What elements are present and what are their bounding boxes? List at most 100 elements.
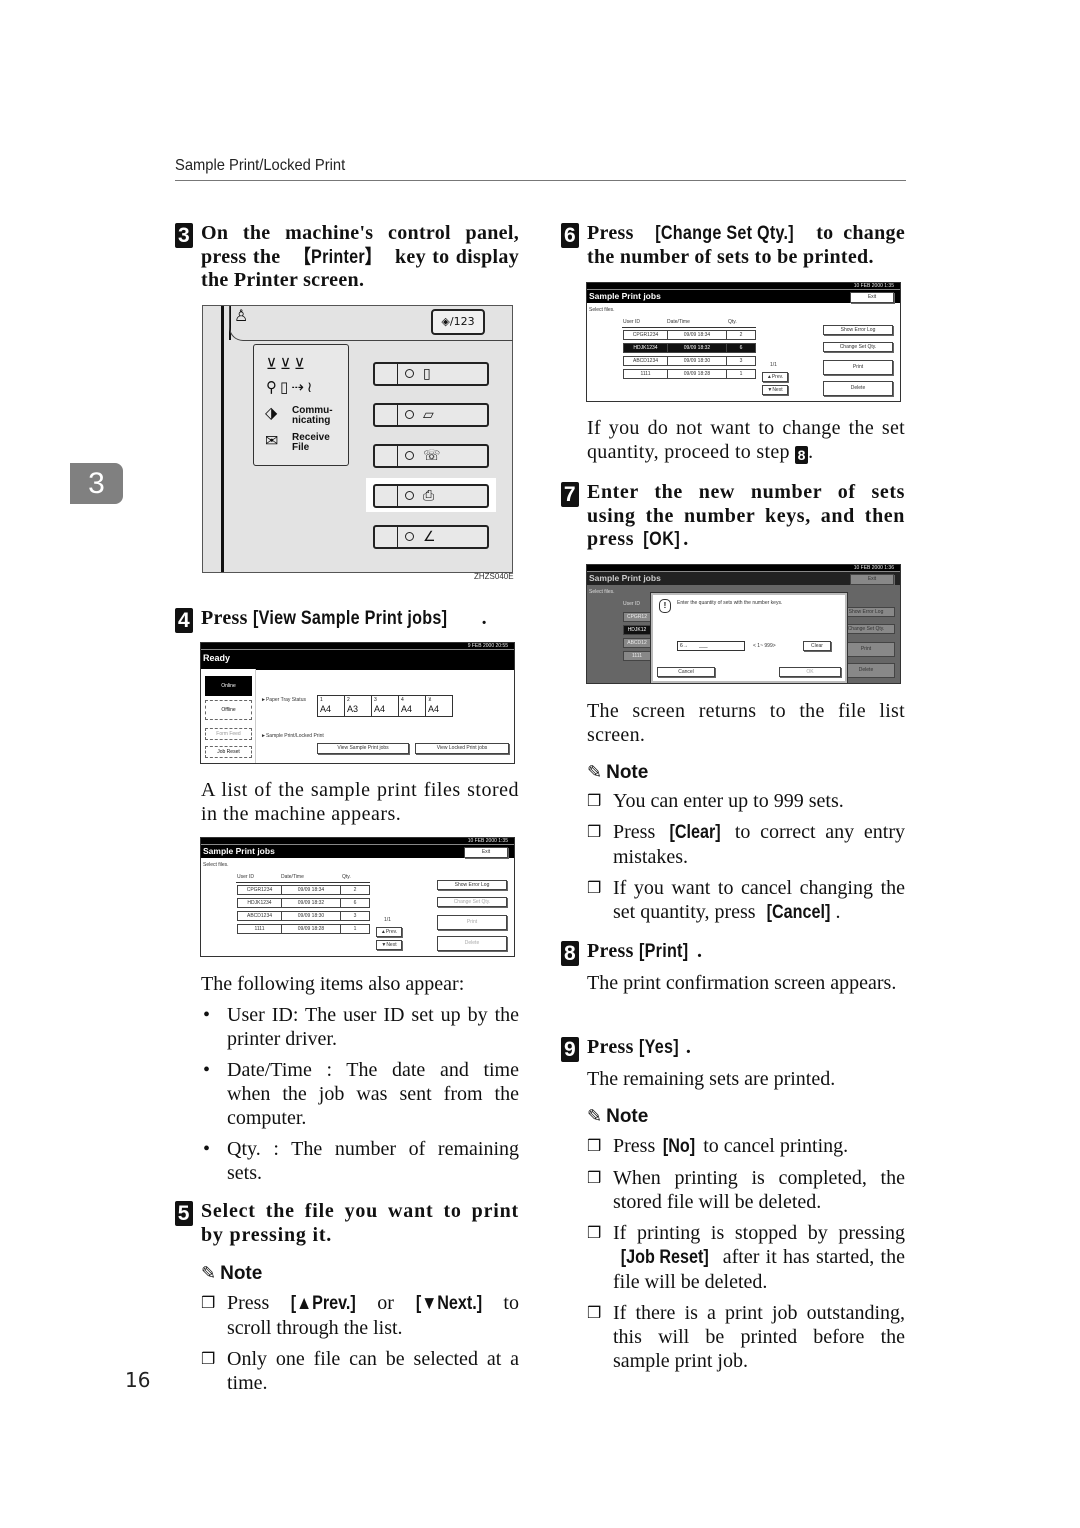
bullet-date-time: Date/Time : The date and time when the j… bbox=[201, 1058, 519, 1130]
quantity-input[interactable]: 6→ ___ bbox=[677, 641, 745, 651]
bypass-tray: ⊻ A4 bbox=[425, 695, 453, 717]
job-user-id[interactable]: ABCD1234 bbox=[237, 911, 282, 921]
scanner-icon: ∠ bbox=[423, 529, 436, 545]
clear-button[interactable]: Clear bbox=[803, 641, 831, 651]
receive-file-label: Receive File bbox=[292, 432, 330, 453]
job-user-id[interactable]: ABCD1234 bbox=[623, 356, 668, 366]
offline-button[interactable]: Offline bbox=[205, 700, 252, 720]
view-sample-print-jobs-button[interactable]: View Sample Print jobs bbox=[317, 743, 409, 754]
job-date-time[interactable]: 09/09 18:30 bbox=[667, 356, 727, 366]
col-qty: Qty. bbox=[342, 874, 351, 880]
next-button[interactable]: ▼Next bbox=[762, 385, 788, 395]
figure-code: ZHZS040E bbox=[474, 572, 514, 581]
tray-1: 1 A4 bbox=[317, 695, 345, 717]
job-user-cell[interactable]: 1111 bbox=[623, 651, 651, 661]
copy-key[interactable]: ▯ bbox=[373, 362, 489, 386]
print-button[interactable]: Print bbox=[437, 915, 507, 930]
change-set-qty-button[interactable]: Change Set Qty. bbox=[437, 897, 507, 907]
online-button[interactable]: Online bbox=[205, 676, 252, 696]
select-files-label: Select files. bbox=[589, 589, 615, 595]
job-date-time[interactable]: 09/09 18:28 bbox=[667, 369, 727, 379]
form-feed-button[interactable]: Form Feed bbox=[205, 728, 252, 740]
printer-icon: ⎙ bbox=[423, 488, 435, 504]
job-date-time[interactable]: 09/09 18:28 bbox=[281, 924, 341, 934]
job-qty[interactable]: 3 bbox=[340, 911, 370, 921]
pencil-icon: ✎ bbox=[587, 762, 603, 783]
bullet-qty: Qty. : The number of remaining sets. bbox=[201, 1137, 519, 1185]
ok-button[interactable]: OK bbox=[779, 667, 841, 677]
bypass-tray-icon: ⊻ bbox=[428, 697, 432, 703]
job-qty[interactable]: 6 bbox=[726, 343, 756, 353]
note-item: You can enter up to 999 sets. bbox=[587, 789, 905, 813]
job-user-id[interactable]: HDJK1234 bbox=[623, 343, 668, 353]
show-error-log-button[interactable]: Show Error Log bbox=[823, 325, 893, 335]
step-8: 8 Press [Print]. bbox=[561, 940, 905, 966]
prev-button[interactable]: ▲Prev. bbox=[762, 372, 788, 382]
step-3: 3 On the machine's control panel, press … bbox=[175, 222, 519, 293]
job-user-id[interactable]: 1111 bbox=[623, 369, 668, 379]
col-user-id: User ID bbox=[623, 601, 640, 607]
note-item: When printing is completed, the stored f… bbox=[587, 1166, 905, 1214]
step-5: 5 Select the file you want to print by p… bbox=[175, 1200, 519, 1247]
step-5-notes: Press [▲Prev.] or [▼Next.] to scroll thr… bbox=[201, 1291, 519, 1402]
show-error-log-button[interactable]: Show Error Log bbox=[437, 880, 507, 890]
exit-button[interactable]: Exit bbox=[850, 292, 894, 303]
next-button[interactable]: ▼Next bbox=[376, 940, 402, 950]
job-qty[interactable]: 6 bbox=[340, 898, 370, 908]
job-qty[interactable]: 3 bbox=[726, 356, 756, 366]
job-user-cell[interactable]: HDJK12 bbox=[623, 625, 651, 635]
page-indicator: 1/1 bbox=[384, 917, 391, 923]
exit-button[interactable]: Exit bbox=[850, 574, 894, 585]
job-user-id[interactable]: HDJK1234 bbox=[237, 898, 282, 908]
step-9-notes: Press [No] to cancel printing. When prin… bbox=[587, 1134, 905, 1380]
exit-button[interactable]: Exit bbox=[464, 847, 508, 858]
job-user-id[interactable]: 1111 bbox=[237, 924, 282, 934]
job-user-id[interactable]: CPGR1234 bbox=[237, 885, 282, 895]
ok-ref: [OK] bbox=[642, 529, 680, 550]
note-item: If printing is stopped by pressing [Job … bbox=[587, 1221, 905, 1294]
delete-button[interactable]: Delete bbox=[437, 936, 507, 951]
led-icon bbox=[405, 369, 414, 378]
job-date-time[interactable]: 09/09 18:30 bbox=[281, 911, 341, 921]
cancel-button[interactable]: Cancel bbox=[657, 667, 715, 677]
facsimile-key[interactable]: ☏ bbox=[373, 444, 489, 468]
step-7-result: The screen returns to the file list scre… bbox=[587, 700, 905, 746]
delete-button[interactable]: Delete bbox=[823, 381, 893, 396]
prev-button[interactable]: ▲Prev. bbox=[376, 927, 402, 937]
col-user-id: User ID bbox=[237, 874, 254, 880]
job-date-time[interactable]: 09/09 18:32 bbox=[667, 343, 727, 353]
change-set-qty-button[interactable]: Change Set Qty. bbox=[823, 342, 893, 352]
step-number: 9 bbox=[561, 1037, 579, 1062]
change-set-qty-ref: [Change Set Qty.] bbox=[655, 223, 795, 244]
job-qty[interactable]: 1 bbox=[726, 369, 756, 379]
step-number: 6 bbox=[561, 223, 579, 248]
job-date-time[interactable]: 09/09 18:32 bbox=[281, 898, 341, 908]
screen-title: Ready bbox=[201, 649, 514, 670]
col-date-time: Date/Time bbox=[667, 319, 690, 325]
note-item: If you want to cancel changing the set q… bbox=[587, 876, 905, 925]
tray-3: 3 A4 bbox=[371, 695, 399, 717]
job-date-time[interactable]: 09/09 18:34 bbox=[667, 330, 727, 340]
print-ref: [Print] bbox=[638, 941, 689, 962]
language-key[interactable]: ◈/123 bbox=[431, 309, 485, 335]
quantity-range: < 1~ 999> bbox=[753, 643, 776, 649]
job-user-cell[interactable]: CPGR12 bbox=[623, 612, 651, 622]
pencil-icon: ✎ bbox=[201, 1263, 217, 1284]
job-reset-button[interactable]: Job Reset bbox=[205, 746, 252, 758]
job-qty[interactable]: 2 bbox=[340, 885, 370, 895]
page-indicator: 1/1 bbox=[770, 362, 777, 368]
job-qty[interactable]: 2 bbox=[726, 330, 756, 340]
job-qty[interactable]: 1 bbox=[340, 924, 370, 934]
scanner-key[interactable]: ∠ bbox=[373, 525, 489, 549]
job-date-time[interactable]: 09/09 18:34 bbox=[281, 885, 341, 895]
document-server-key[interactable]: ▱ bbox=[373, 403, 489, 427]
view-sample-print-jobs-ref: [View Sample Print jobs] bbox=[252, 608, 448, 629]
indicator-panel: ⊻⊻⊻ ⚲▯⇢≀ ⬗ Commu- nicating ✉ Receive Fil… bbox=[253, 344, 349, 466]
print-button[interactable]: Print bbox=[823, 360, 893, 375]
job-user-cell[interactable]: ABCD12 bbox=[623, 638, 651, 648]
note-item: Only one file can be selected at a time. bbox=[201, 1347, 519, 1395]
sample-print-jobs-screen-c: 10 FEB 2000 1:36 Sample Print jobs Exit … bbox=[586, 564, 901, 684]
job-user-id[interactable]: CPGR1234 bbox=[623, 330, 668, 340]
view-locked-print-jobs-button[interactable]: View Locked Print jobs bbox=[415, 743, 509, 754]
printer-key[interactable]: ⎙ bbox=[373, 484, 489, 508]
